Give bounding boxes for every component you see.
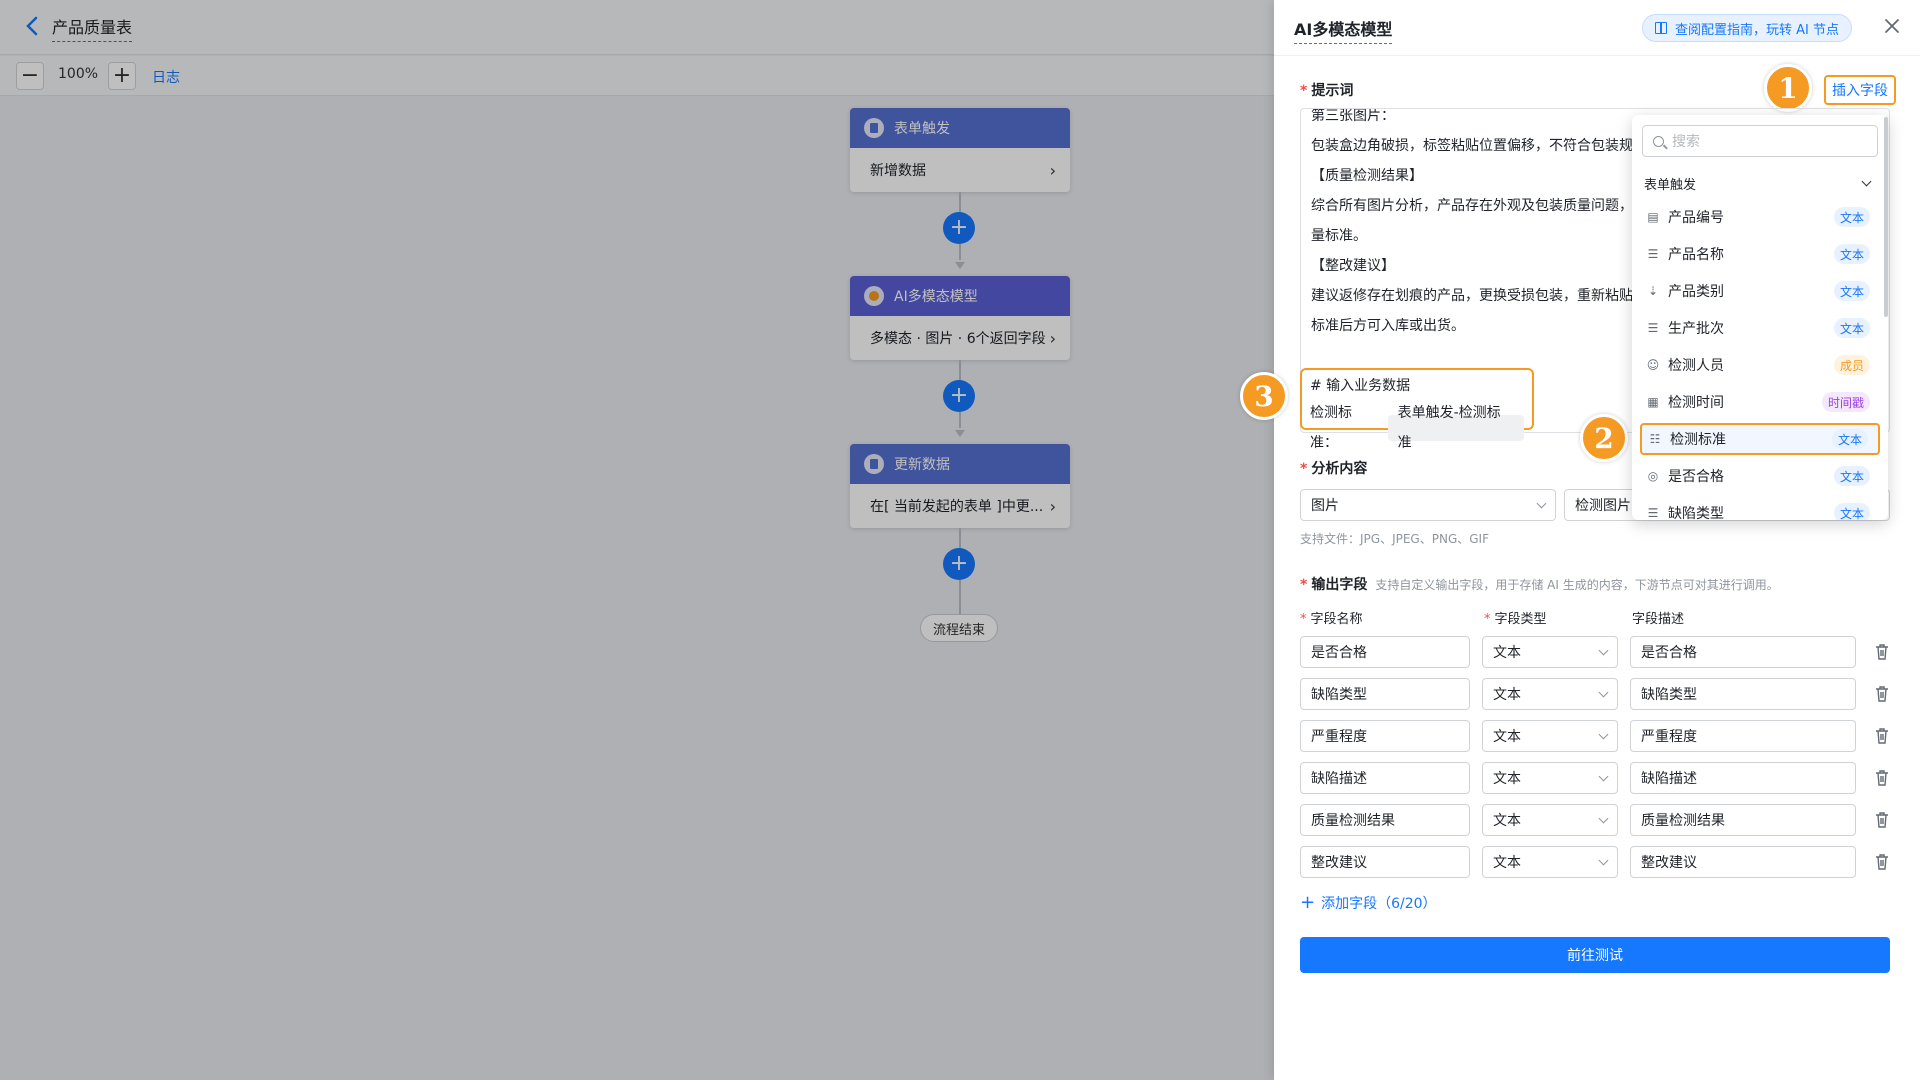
modal-overlay[interactable] (0, 0, 1274, 1080)
analysis-type-select[interactable]: 图片 (1300, 489, 1556, 521)
analysis-section-label: * 分析内容 (1300, 461, 1368, 477)
col-header-name: * 字段名称 (1300, 612, 1363, 627)
field-option[interactable]: ☺ 检测人员 成员 (1640, 349, 1880, 381)
chevron-down-icon (1598, 645, 1609, 655)
field-type-select[interactable]: 文本 (1482, 636, 1618, 668)
field-option[interactable]: ☰ 产品名称 文本 (1640, 238, 1880, 270)
type-badge: 文本 (1831, 429, 1868, 449)
field-option[interactable]: ▤ 产品编号 文本 (1640, 201, 1880, 233)
field-type-select[interactable]: 文本 (1482, 762, 1618, 794)
delete-icon[interactable] (1874, 853, 1890, 871)
field-name-input[interactable]: 严重程度 (1300, 720, 1470, 752)
go-test-button[interactable]: 前往测试 (1300, 937, 1890, 973)
field-desc-input[interactable]: 缺陷描述 (1630, 762, 1856, 794)
output-section-label: * 输出字段 支持自定义输出字段，用于存储 AI 生成的内容，下游节点可对其进行调用… (1300, 577, 1779, 593)
guide-label: 查阅配置指南，玩转 AI 节点 (1675, 22, 1839, 38)
add-field-button[interactable]: + 添加字段（6/20） (1300, 892, 1437, 913)
field-reference-tag[interactable]: 表单触发-检测标准 (1387, 405, 1524, 451)
field-type-select[interactable]: 文本 (1482, 720, 1618, 752)
panel-header: AI多模态模型 查阅配置指南，玩转 AI 节点 (1274, 0, 1920, 56)
file-hint: 支持文件：JPG、JPEG、PNG、GIF (1300, 532, 1489, 546)
chevron-down-icon (1598, 729, 1609, 739)
field-option[interactable]: ☰ 生产批次 文本 (1640, 312, 1880, 344)
panel-title: AI多模态模型 (1294, 16, 1393, 44)
field-name-input[interactable]: 是否合格 (1300, 636, 1470, 668)
person-icon: ☺ (1646, 358, 1660, 372)
field-name-input[interactable]: 整改建议 (1300, 846, 1470, 878)
field-option[interactable]: ⇣ 产品类别 文本 (1640, 275, 1880, 307)
field-desc-input[interactable]: 是否合格 (1630, 636, 1856, 668)
dropdown-scrollbar[interactable] (1884, 117, 1888, 317)
lines-icon: ☰ (1647, 506, 1659, 520)
delete-icon[interactable] (1874, 811, 1890, 829)
delete-icon[interactable] (1874, 643, 1890, 661)
config-guide-button[interactable]: 查阅配置指南，玩转 AI 节点 (1642, 14, 1852, 42)
field-option-selected[interactable]: ☷ 检测标准 文本 (1640, 423, 1880, 455)
field-option[interactable]: ◎ 是否合格 文本 (1640, 460, 1880, 492)
field-search-input[interactable]: 搜索 (1642, 125, 1878, 157)
chevron-down-icon (1861, 176, 1872, 187)
book-icon (1655, 22, 1667, 34)
field-type-select[interactable]: 文本 (1482, 678, 1618, 710)
type-badge: 文本 (1833, 318, 1870, 338)
type-badge: 文本 (1833, 466, 1870, 486)
col-header-desc: 字段描述 (1632, 612, 1685, 627)
type-badge: 时间戳 (1821, 392, 1870, 412)
type-badge: 成员 (1833, 355, 1870, 375)
field-desc-input[interactable]: 严重程度 (1630, 720, 1856, 752)
field-option[interactable]: ▦ 检测时间 时间戳 (1640, 386, 1880, 418)
business-data-block[interactable]: # 输入业务数据 检测标准： 表单触发-检测标准 (1300, 368, 1534, 451)
callout-2: 2 (1580, 414, 1628, 462)
field-name-input[interactable]: 缺陷描述 (1300, 762, 1470, 794)
field-type-select[interactable]: 文本 (1482, 804, 1618, 836)
business-data-label: 检测标准： (1310, 405, 1352, 451)
type-badge: 文本 (1833, 207, 1870, 227)
business-data-heading: # 输入业务数据 (1310, 378, 1411, 394)
field-desc-input[interactable]: 缺陷类型 (1630, 678, 1856, 710)
prompt-section-label: * 提示词 (1300, 83, 1354, 99)
delete-icon[interactable] (1874, 727, 1890, 745)
chevron-down-icon (1598, 855, 1609, 865)
field-option[interactable]: ☰ 缺陷类型 文本 (1640, 497, 1880, 520)
field-name-input[interactable]: 质量检测结果 (1300, 804, 1470, 836)
type-badge: 文本 (1833, 281, 1870, 301)
checklist-icon: ☷ (1649, 432, 1661, 446)
delete-icon[interactable] (1874, 769, 1890, 787)
callout-3: 3 (1240, 372, 1288, 420)
group-header-form-trigger[interactable]: 表单触发 (1644, 174, 1876, 193)
insert-field-dropdown: 搜索 表单触发 ▤ 产品编号 文本 ☰ 产品名称 文本 ⇣ 产品类别 文本 ☰ 生产批次… (1632, 115, 1888, 520)
delete-icon[interactable] (1874, 685, 1890, 703)
callout-1: 1 (1764, 64, 1812, 112)
type-badge: 文本 (1833, 244, 1870, 264)
sort-list-icon: ⇣ (1647, 284, 1659, 298)
chevron-down-icon (1536, 498, 1547, 508)
search-icon (1653, 135, 1664, 147)
insert-field-button[interactable]: 插入字段 (1824, 75, 1896, 105)
calendar-icon: ▦ (1647, 395, 1659, 409)
field-desc-input[interactable]: 整改建议 (1630, 846, 1856, 878)
plus-icon: + (1300, 892, 1316, 913)
lines-icon: ☰ (1647, 321, 1659, 335)
chevron-down-icon (1598, 771, 1609, 781)
radio-icon: ◎ (1647, 469, 1659, 483)
chevron-down-icon (1598, 813, 1609, 823)
field-type-select[interactable]: 文本 (1482, 846, 1618, 878)
close-icon[interactable] (1882, 16, 1902, 36)
chevron-down-icon (1598, 687, 1609, 697)
field-name-input[interactable]: 缺陷类型 (1300, 678, 1470, 710)
type-badge: 文本 (1833, 503, 1870, 520)
col-header-type: * 字段类型 (1484, 612, 1547, 627)
lines-icon: ☰ (1647, 247, 1659, 261)
text-field-icon: ▤ (1647, 210, 1659, 224)
field-desc-input[interactable]: 质量检测结果 (1630, 804, 1856, 836)
